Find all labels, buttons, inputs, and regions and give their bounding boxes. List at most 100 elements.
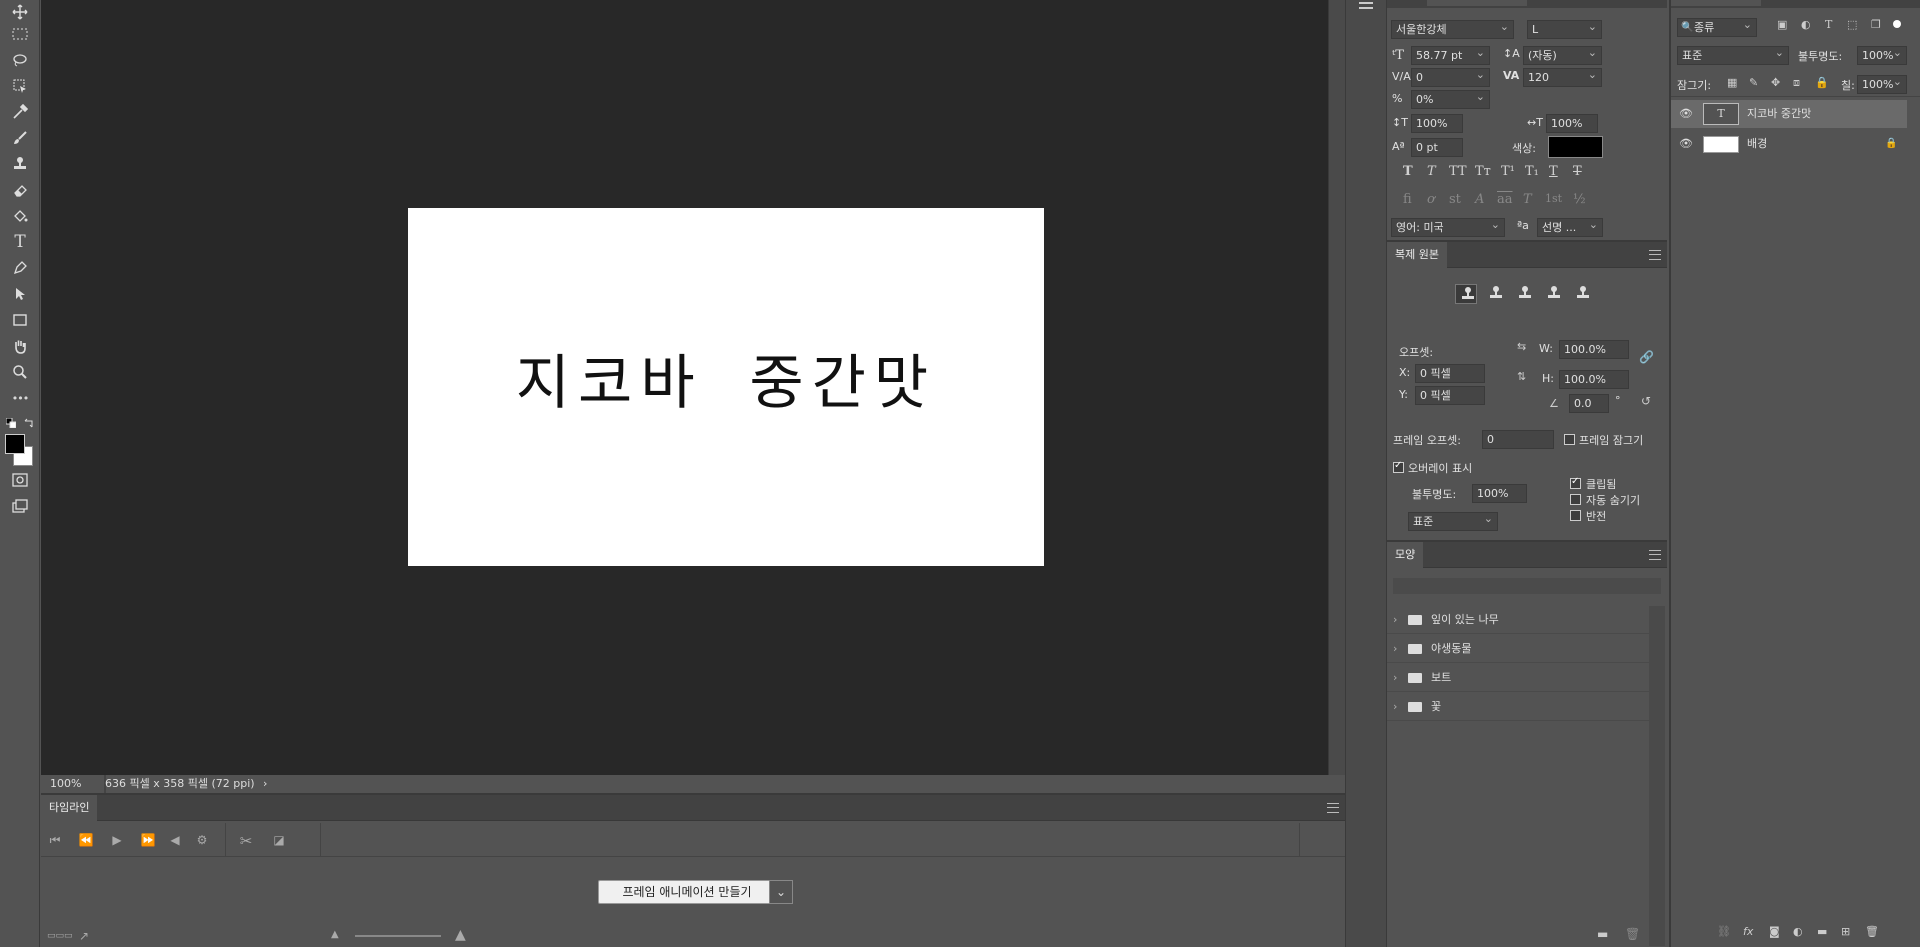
panel-menu-icon[interactable] bbox=[1649, 250, 1661, 260]
chevron-right-icon[interactable]: › bbox=[1393, 635, 1397, 663]
list-item[interactable]: › 잎이 있는 나무 bbox=[1387, 606, 1649, 634]
strikethrough-button[interactable]: T bbox=[1573, 164, 1582, 179]
status-menu-arrow[interactable]: › bbox=[263, 775, 267, 793]
zoom-level[interactable]: 100% bbox=[50, 775, 81, 793]
link-chain-icon[interactable]: 🔗 bbox=[1639, 350, 1654, 364]
reset-transform-icon[interactable]: ↺ bbox=[1641, 394, 1651, 408]
transition-icon[interactable]: ◪ bbox=[269, 833, 289, 847]
text-color-swatch[interactable] bbox=[1548, 136, 1603, 158]
zoom-icon[interactable] bbox=[4, 360, 36, 384]
list-item[interactable]: › 보트 bbox=[1387, 664, 1649, 692]
type-filter-icon[interactable]: T bbox=[1825, 18, 1832, 31]
old-style-button[interactable]: ơ bbox=[1427, 192, 1435, 207]
rotation-field[interactable]: 0.0 bbox=[1569, 394, 1609, 413]
antialias-select[interactable]: 선명 ... bbox=[1537, 216, 1603, 237]
pixel-filter-icon[interactable]: ▣ bbox=[1777, 18, 1787, 31]
blend-mode-select[interactable]: 표준 bbox=[1677, 44, 1789, 65]
horizontal-scale-field[interactable]: 100% bbox=[1546, 114, 1598, 133]
height-scale-field[interactable]: 100.0% bbox=[1559, 370, 1629, 389]
flip-vertical-icon[interactable]: ⇅ bbox=[1517, 370, 1526, 383]
lock-transparent-icon[interactable]: ▦ bbox=[1727, 76, 1737, 89]
panel-menu-icon[interactable] bbox=[1327, 803, 1339, 813]
delete-icon[interactable]: 🗑 bbox=[1625, 927, 1640, 941]
width-scale-field[interactable]: 100.0% bbox=[1559, 340, 1629, 359]
shape-filter-icon[interactable]: ⬚ bbox=[1847, 18, 1857, 31]
titling-alternates-button[interactable]: T bbox=[1523, 192, 1532, 207]
fractions-button[interactable]: ½ bbox=[1573, 192, 1586, 207]
font-family-select[interactable]: 서울한강체 bbox=[1391, 18, 1514, 39]
default-colors-icon[interactable] bbox=[6, 418, 16, 428]
flip-horizontal-icon[interactable]: ⇆ bbox=[1517, 340, 1526, 353]
all-caps-button[interactable]: TT bbox=[1449, 164, 1467, 179]
ligatures-button[interactable]: fi bbox=[1403, 192, 1412, 207]
offset-x-field[interactable]: 0 픽셀 bbox=[1415, 364, 1485, 383]
object-select-icon[interactable] bbox=[4, 74, 36, 98]
vertical-scrollbar[interactable] bbox=[1328, 0, 1345, 775]
layer-name[interactable]: 배경 bbox=[1747, 130, 1767, 158]
play-icon[interactable]: ▶ bbox=[107, 833, 127, 847]
tab-clone-source[interactable]: 복제 원본 bbox=[1387, 242, 1447, 268]
lock-artboard-icon[interactable]: ⧈ bbox=[1793, 76, 1800, 90]
shapes-scrollbar[interactable] bbox=[1649, 606, 1665, 946]
subscript-button[interactable]: T₁ bbox=[1525, 164, 1539, 179]
group-icon[interactable]: ▬ bbox=[1817, 925, 1827, 938]
opacity-field[interactable]: 100% bbox=[1857, 44, 1907, 65]
lock-frame-checkbox[interactable] bbox=[1564, 434, 1575, 445]
fx-icon[interactable]: fx bbox=[1743, 925, 1753, 938]
more-icon[interactable]: ••• bbox=[4, 386, 36, 410]
layer-name[interactable]: 지코바 중간맛 bbox=[1747, 100, 1811, 128]
layer-row-text[interactable]: 👁 T 지코바 중간맛 bbox=[1671, 100, 1907, 128]
document-canvas-area[interactable]: 지코바 중간맛 bbox=[41, 0, 1328, 775]
screen-mode-icon[interactable] bbox=[4, 494, 36, 518]
layer-row-background[interactable]: 👁 배경 🔒 bbox=[1671, 130, 1907, 158]
small-caps-button[interactable]: Tт bbox=[1475, 164, 1491, 179]
adjustment-filter-icon[interactable]: ◐ bbox=[1801, 18, 1811, 31]
path-select-icon[interactable] bbox=[4, 282, 36, 306]
offset-y-field[interactable]: 0 픽셀 bbox=[1415, 386, 1485, 405]
kerning-field[interactable]: 0 bbox=[1411, 66, 1490, 87]
visibility-eye-icon[interactable]: 👁 bbox=[1679, 100, 1693, 128]
auto-hide-checkbox[interactable] bbox=[1570, 494, 1581, 505]
chevron-right-icon[interactable]: › bbox=[1393, 606, 1397, 634]
clipped-checkbox[interactable] bbox=[1570, 476, 1581, 489]
invert-checkbox[interactable] bbox=[1570, 510, 1581, 521]
discretionary-ligatures-button[interactable]: st bbox=[1449, 192, 1461, 207]
visibility-eye-icon[interactable]: 👁 bbox=[1679, 130, 1693, 158]
lasso-icon[interactable] bbox=[4, 48, 36, 72]
font-size-field[interactable]: 58.77 pt bbox=[1411, 44, 1490, 65]
panel-menu-icon[interactable] bbox=[1649, 550, 1661, 560]
scissors-icon[interactable]: ✂ bbox=[236, 832, 256, 850]
zoom-in-icon[interactable]: ▲ bbox=[455, 927, 466, 943]
filter-toggle-icon[interactable] bbox=[1893, 20, 1901, 28]
chevron-right-icon[interactable]: › bbox=[1393, 664, 1397, 692]
tab-shapes[interactable]: 모양 bbox=[1387, 542, 1424, 568]
new-group-icon[interactable]: ▬ bbox=[1597, 927, 1608, 941]
mask-icon[interactable]: ◙ bbox=[1769, 925, 1780, 938]
paint-bucket-icon[interactable] bbox=[4, 204, 36, 228]
clone-source-3-icon[interactable] bbox=[1513, 284, 1535, 304]
smart-object-filter-icon[interactable]: ❐ bbox=[1871, 18, 1881, 31]
frames-mode-icon[interactable]: ▭▭▭ bbox=[47, 931, 73, 941]
pen-icon[interactable] bbox=[4, 256, 36, 280]
shapes-search-bar[interactable] bbox=[1393, 578, 1661, 594]
superscript-button[interactable]: T¹ bbox=[1501, 164, 1515, 179]
delete-icon[interactable]: 🗑 bbox=[1865, 925, 1879, 938]
font-style-select[interactable]: L bbox=[1527, 18, 1602, 39]
clone-source-2-icon[interactable] bbox=[1484, 284, 1506, 304]
link-icon[interactable]: ⛓ bbox=[1717, 925, 1731, 938]
canvas-text-layer[interactable]: 지코바 중간맛 bbox=[408, 335, 1044, 420]
brush-icon[interactable] bbox=[4, 126, 36, 150]
next-frame-icon[interactable]: ⏩ bbox=[138, 833, 158, 847]
adjustment-icon[interactable]: ◐ bbox=[1793, 925, 1803, 938]
list-item[interactable]: › 야생동물 bbox=[1387, 635, 1649, 663]
overlay-mode-select[interactable]: 표준 bbox=[1408, 510, 1498, 531]
convert-icon[interactable]: ↗ bbox=[79, 929, 89, 943]
show-overlay-checkbox[interactable] bbox=[1393, 460, 1404, 473]
marquee-icon[interactable] bbox=[4, 22, 36, 46]
clone-source-5-icon[interactable] bbox=[1571, 284, 1593, 304]
first-frame-icon[interactable]: ⏮ bbox=[45, 833, 65, 848]
stylistic-alternates-button[interactable]: aa bbox=[1497, 192, 1513, 207]
hand-icon[interactable] bbox=[4, 334, 36, 358]
history-icon[interactable] bbox=[1356, 0, 1376, 12]
chevron-right-icon[interactable]: › bbox=[1393, 693, 1397, 721]
